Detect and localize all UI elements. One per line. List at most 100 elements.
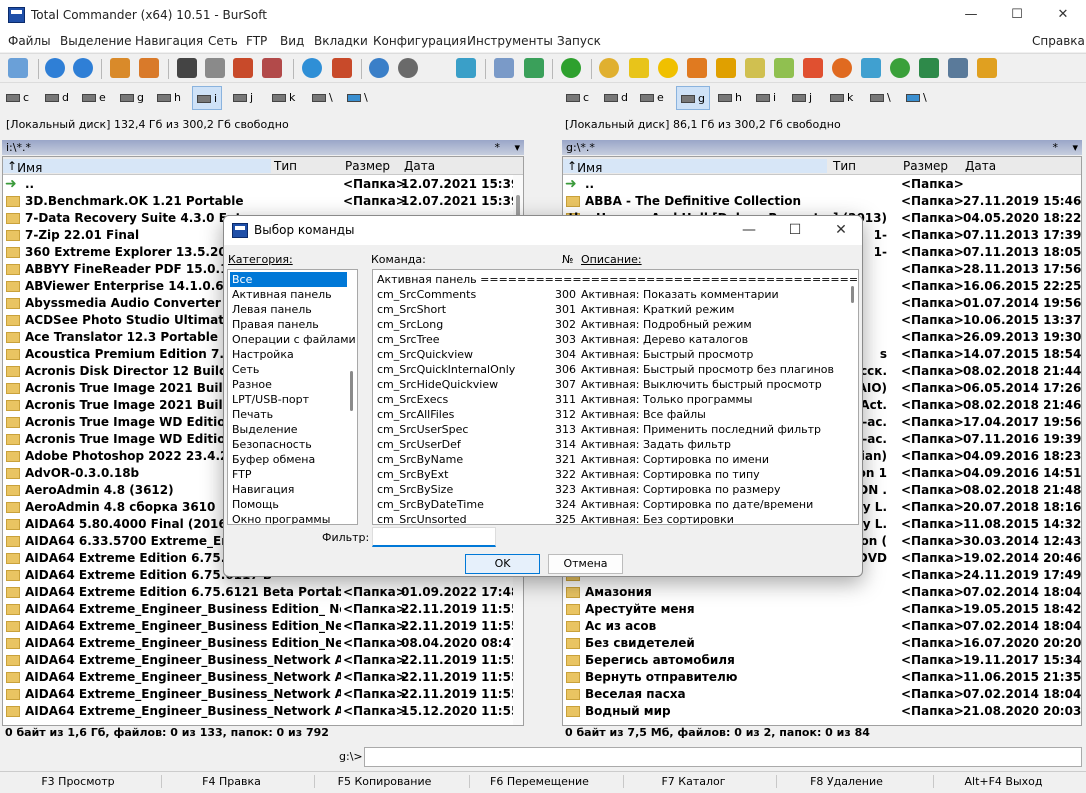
command-list[interactable]: Активная панель ========================… [372, 269, 859, 525]
unpack-icon[interactable] [139, 58, 159, 78]
category-item[interactable]: Выделение [230, 422, 347, 437]
category-scrollbar[interactable] [347, 271, 356, 521]
right-history-dropdown[interactable]: ▾ [1072, 140, 1078, 155]
left-drive-h[interactable]: h [157, 86, 181, 110]
category-item[interactable]: Безопасность [230, 437, 347, 452]
f5-copy-button[interactable]: F5 Копирование [314, 775, 454, 788]
left-drive-network[interactable]: \ [312, 86, 333, 110]
file-row[interactable]: Без свидетелей <Папка> 16.07.2020 20:20 [563, 635, 1081, 652]
file-row[interactable]: 3D.Benchmark.OK 1.21 Portable <Папка> 12.0… [3, 193, 523, 210]
category-item[interactable]: Буфер обмена [230, 452, 347, 467]
command-row[interactable]: cm_SrcByDateTime 324 Активная: Сортировка … [373, 497, 843, 512]
category-item[interactable]: Помощь [230, 497, 347, 512]
file-row[interactable]: AIDA64 Extreme_Engineer_Business_Network… [3, 686, 523, 703]
command-row[interactable]: cm_SrcLong 302 Активная: Подробный режим [373, 317, 843, 332]
pdf-icon[interactable] [716, 58, 736, 78]
right-path-bar[interactable]: g:\*.* * ▾ [562, 140, 1082, 155]
f3-view-button[interactable]: F3 Просмотр [8, 775, 148, 788]
left-drive-j[interactable]: j [233, 86, 253, 110]
zoom-icon[interactable] [494, 58, 514, 78]
command-row[interactable]: cm_SrcQuickview 304 Активная: Быстрый прос… [373, 347, 843, 362]
file-row[interactable]: Водный мир <Папка> 21.08.2020 20:03 [563, 703, 1081, 720]
right-drive-j[interactable]: j [792, 86, 812, 110]
x64-icon[interactable] [919, 58, 939, 78]
menu-configuration[interactable]: Конфигурация [373, 34, 466, 48]
menu-selection[interactable]: Выделение [60, 34, 131, 48]
scroll-thumb[interactable] [851, 286, 854, 303]
app-launcher-icon[interactable] [599, 58, 619, 78]
maximize-button[interactable]: ☐ [994, 0, 1040, 30]
header-name[interactable]: ↑ Имя [563, 159, 827, 175]
command-row[interactable]: cm_SrcHideQuickview 307 Активная: Выключит… [373, 377, 843, 392]
right-drive-net2[interactable]: \ [906, 86, 927, 110]
category-item[interactable]: Навигация [230, 482, 347, 497]
menu-view[interactable]: Вид [280, 34, 304, 48]
close-button[interactable]: ✕ [1040, 0, 1086, 30]
sync-icon[interactable] [456, 58, 476, 78]
right-drive-h[interactable]: h [718, 86, 742, 110]
f4-edit-button[interactable]: F4 Правка [161, 775, 301, 788]
command-row[interactable]: cm_SrcUserDef 314 Активная: Задать фильтр [373, 437, 843, 452]
left-drive-d[interactable]: d [45, 86, 69, 110]
right-drive-c[interactable]: c [566, 86, 589, 110]
tools-icon[interactable] [977, 58, 997, 78]
cancel-button[interactable]: Отмена [548, 554, 623, 574]
left-drive-i[interactable]: i [192, 86, 223, 110]
header-date[interactable]: Дата [965, 159, 996, 173]
file-row[interactable]: AIDA64 Extreme Edition 6.75.6121 Beta Po… [3, 584, 523, 601]
menu-launch[interactable]: Запуск [557, 34, 601, 48]
command-row[interactable]: cm_SrcExecs 311 Активная: Только программы [373, 392, 843, 407]
file-row[interactable]: AIDA64 Extreme_Engineer_Business Edition… [3, 601, 523, 618]
file-row[interactable]: Вернуть отправителю <Папка> 11.06.2015 21:… [563, 669, 1081, 686]
file-row[interactable]: ➜.. <Папка> 12.07.2021 15:39 [3, 176, 523, 193]
file-row[interactable]: Амазония <Папка> 07.02.2014 18:04 [563, 584, 1081, 601]
file-row[interactable]: AIDA64 Extreme_Engineer_Business Edition… [3, 635, 523, 652]
aimp-icon[interactable] [658, 58, 678, 78]
settings-icon[interactable] [8, 58, 28, 78]
menu-navigation[interactable]: Навигация [135, 34, 203, 48]
menu-tabs[interactable]: Вкладки [314, 34, 368, 48]
category-item[interactable]: Правая панель [230, 317, 347, 332]
dialog-close-button[interactable]: ✕ [818, 216, 862, 245]
command-scrollbar[interactable] [848, 271, 857, 521]
file-row[interactable]: Веселая пасха <Папка> 07.02.2014 18:04 [563, 686, 1081, 703]
category-list[interactable]: Все Активная панель Левая панель Правая пан… [227, 269, 358, 525]
command-row[interactable]: cm_SrcAllFiles 312 Активная: Все файлы [373, 407, 843, 422]
command-row[interactable]: cm_SrcBySize 323 Активная: Сортировка по р… [373, 482, 843, 497]
right-drive-i[interactable]: i [756, 86, 776, 110]
command-row[interactable]: cm_SrcByName 321 Активная: Сортировка по и… [373, 452, 843, 467]
terminal-icon[interactable] [948, 58, 968, 78]
file-row[interactable]: AIDA64 Extreme_Engineer_Business_Network… [3, 652, 523, 669]
left-drive-g[interactable]: g [120, 86, 144, 110]
category-item[interactable]: Операции с файлами [230, 332, 356, 347]
category-item[interactable]: FTP [230, 467, 347, 482]
category-item[interactable]: Настройка [230, 347, 347, 362]
category-item[interactable]: Все [230, 272, 347, 287]
command-line-input[interactable] [364, 747, 1082, 767]
alt-f4-exit-button[interactable]: Alt+F4 Выход [933, 775, 1073, 788]
menu-files[interactable]: Файлы [8, 34, 51, 48]
right-drive-k[interactable]: k [830, 86, 853, 110]
category-item[interactable]: Левая панель [230, 302, 347, 317]
header-date[interactable]: Дата [404, 159, 435, 173]
header-size[interactable]: Размер [345, 159, 390, 173]
left-drive-c[interactable]: c [6, 86, 29, 110]
file-row[interactable]: AIDA64 Extreme_Engineer_Business_Network… [3, 669, 523, 686]
chat-icon[interactable] [861, 58, 881, 78]
kb-icon[interactable] [233, 58, 253, 78]
left-history-dropdown[interactable]: ▾ [514, 140, 520, 155]
gear-orange-icon[interactable] [687, 58, 707, 78]
left-drive-k[interactable]: k [272, 86, 295, 110]
minimize-button[interactable]: — [948, 0, 994, 30]
pack-icon[interactable] [110, 58, 130, 78]
category-item[interactable]: Активная панель [230, 287, 347, 302]
menu-ftp[interactable]: FTP [246, 34, 267, 48]
dialog-maximize-button[interactable]: ☐ [772, 216, 818, 245]
file-row[interactable]: AIDA64 Extreme_Engineer_Business Edition… [3, 618, 523, 635]
f8-delete-button[interactable]: F8 Удаление [776, 775, 916, 788]
menu-tools[interactable]: Инструменты [467, 34, 553, 48]
category-item[interactable]: Сеть [230, 362, 347, 377]
left-filter-star[interactable]: * [495, 140, 501, 155]
command-row[interactable]: cm_SrcUserSpec 313 Активная: Применить пос… [373, 422, 843, 437]
file-row[interactable]: ➜.. <Папка> [563, 176, 1081, 193]
